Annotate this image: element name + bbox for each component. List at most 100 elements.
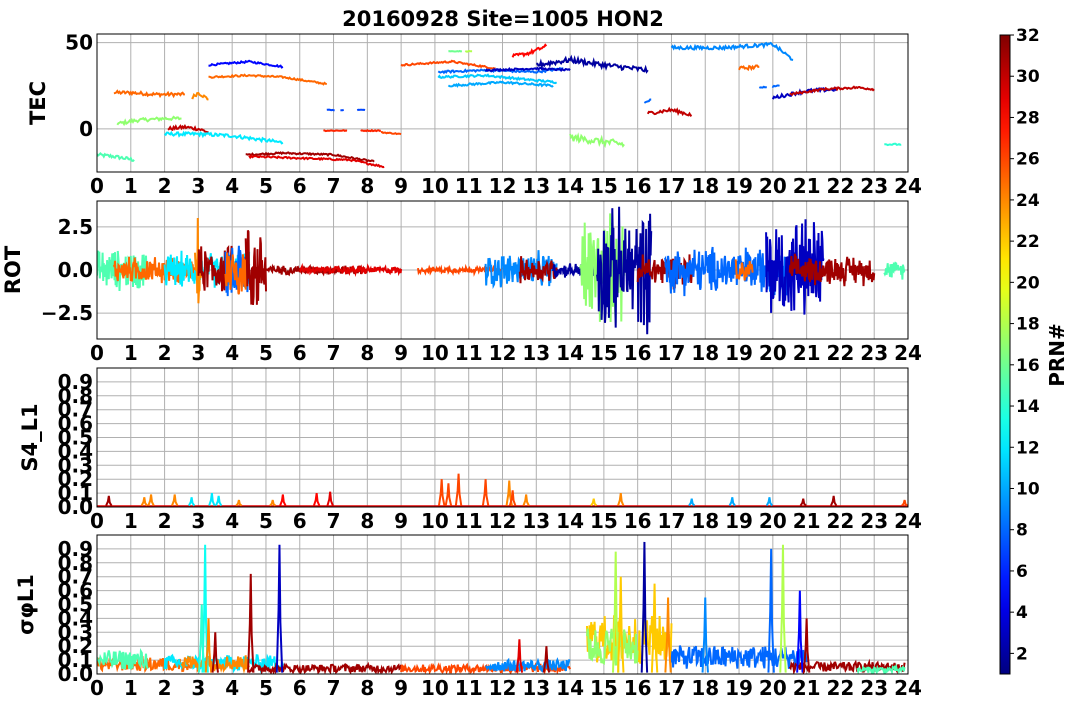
x-tick-label: 9 [394, 509, 408, 533]
x-tick-label: 17 [658, 676, 686, 700]
s4-spike-prn-28 [279, 494, 287, 507]
x-tick-label: 9 [394, 341, 408, 365]
y-axis-label: σφL1 [14, 574, 38, 635]
colorbar-tick-label: 32 [1016, 26, 1040, 46]
x-tick-label: 3 [191, 174, 205, 198]
figure: 20160928 Site=1005 HON2 0 1 2 3 4 5 6 7 8 9 10 11 12… [1, 7, 1069, 700]
x-tick-label: 2 [158, 174, 172, 198]
y-tick-label: 0.0 [58, 258, 93, 282]
tec-series-prn-8 [643, 98, 652, 104]
prn-colorbar: 2468101214161820222426283032 PRN# [999, 26, 1069, 675]
s4-spike-prn-12 [208, 492, 216, 507]
colorbar-tick-label: 14 [1016, 397, 1040, 417]
x-tick-label: 21 [793, 341, 821, 365]
s4-spike-prn-26 [481, 479, 490, 506]
y-tick-label: 50 [65, 31, 93, 55]
x-tick-label: 20 [759, 174, 787, 198]
s4-spike-prn-24 [617, 492, 625, 507]
x-tick-label: 20 [759, 509, 787, 533]
sigma-spike-prn-2 [640, 541, 649, 673]
x-tick-label: 0 [90, 341, 104, 365]
x-tick-label: 11 [455, 341, 483, 365]
x-tick-label: 13 [522, 676, 550, 700]
x-tick-label: 18 [691, 676, 719, 700]
s4-spike-prn-31 [799, 498, 807, 507]
x-tick-label: 4 [225, 509, 239, 533]
x-tick-label: 14 [556, 174, 584, 198]
x-tick-label: 16 [624, 341, 652, 365]
tec-series-prn-8 [758, 84, 780, 89]
x-tick-label: 19 [725, 341, 753, 365]
y-tick-label: −2.5 [41, 301, 93, 325]
x-tick-label: 1 [124, 509, 138, 533]
x-tick-label: 11 [455, 174, 483, 198]
x-tick-label: 22 [826, 174, 854, 198]
x-tick-label: 7 [327, 341, 341, 365]
x-tick-label: 12 [489, 509, 517, 533]
x-tick-label: 13 [522, 341, 550, 365]
x-tick-label: 16 [624, 676, 652, 700]
x-tick-label: 19 [725, 174, 753, 198]
series-group [97, 541, 906, 674]
x-tick-label: 22 [826, 341, 854, 365]
y-axis-label: ROT [1, 245, 25, 294]
x-tick-label: 15 [590, 341, 618, 365]
colorbar-tick-label: 18 [1016, 315, 1040, 335]
x-tick-label: 16 [624, 509, 652, 533]
x-tick-label: 17 [658, 509, 686, 533]
rot-series-prn-31 [244, 230, 267, 305]
s4-spike-prn-26 [437, 479, 446, 506]
x-tick-label: 23 [860, 676, 888, 700]
x-tick-label: 3 [191, 509, 205, 533]
x-tick-label: 18 [691, 509, 719, 533]
s4-spike-prn-24 [147, 494, 155, 507]
x-tick-label: 24 [894, 174, 922, 198]
sigma-baseline-prn-15 [97, 648, 149, 671]
s4-spike-prn-24 [269, 499, 277, 507]
x-tick-label: 13 [522, 509, 550, 533]
s4-spike-prn-31 [105, 495, 113, 507]
tec-series-prn-25 [738, 64, 760, 72]
sigma-spike-prn-3 [275, 544, 284, 673]
x-tick-label: 3 [191, 676, 205, 700]
x-tick-label: 8 [360, 174, 374, 198]
s4-spike-prn-10 [688, 498, 696, 507]
tec-series-prn-12 [163, 130, 284, 145]
x-tick-label: 2 [158, 676, 172, 700]
s4-spike-prn-22 [590, 498, 598, 507]
x-tick-label: 6 [293, 509, 307, 533]
x-tick-label: 15 [590, 676, 618, 700]
x-tick-label: 5 [259, 509, 273, 533]
x-tick-label: 19 [725, 509, 753, 533]
colorbar-tick-label: 12 [1016, 438, 1040, 458]
x-tick-label: 23 [860, 341, 888, 365]
x-tick-label: 24 [894, 509, 922, 533]
x-tick-label: 12 [489, 174, 517, 198]
x-tick-label: 6 [293, 341, 307, 365]
colorbar-tick-label: 2 [1016, 644, 1028, 664]
x-tick-label: 4 [225, 174, 239, 198]
tec-series-prn-16 [448, 49, 462, 53]
colorbar-tick-label: 22 [1016, 232, 1040, 252]
tec-series-prn-27 [360, 128, 382, 133]
tec-series-prn-14 [884, 142, 902, 147]
x-tick-label: 10 [421, 341, 449, 365]
s4-spike-prn-26 [444, 483, 453, 506]
colorbar-tick-label: 28 [1016, 108, 1040, 128]
tec-series-prn-17 [569, 132, 625, 149]
series-group [97, 41, 902, 169]
tec-series-prn-26 [380, 130, 402, 136]
tec-series-prn-18 [464, 49, 473, 53]
tec-panel: 0 1 2 3 4 5 6 7 8 9 10 11 12 13 14 15 16 17 18 19 20 21 22 23 24… [26, 31, 922, 198]
x-tick-label: 1 [124, 676, 138, 700]
rot-panel: 0 1 2 3 4 5 6 7 8 9 10 11 12 13 14 15 16 17 18 19 20 21 22 23 24… [1, 200, 922, 365]
x-tick-label: 9 [394, 174, 408, 198]
x-tick-label: 18 [691, 341, 719, 365]
x-tick-label: 2 [158, 509, 172, 533]
x-tick-label: 24 [894, 676, 922, 700]
colorbar-gradient [999, 34, 1011, 675]
x-tick-label: 5 [259, 341, 273, 365]
s4-spike-prn-12 [215, 495, 223, 507]
x-tick-label: 22 [826, 509, 854, 533]
colorbar-tick-label: 20 [1016, 273, 1040, 293]
